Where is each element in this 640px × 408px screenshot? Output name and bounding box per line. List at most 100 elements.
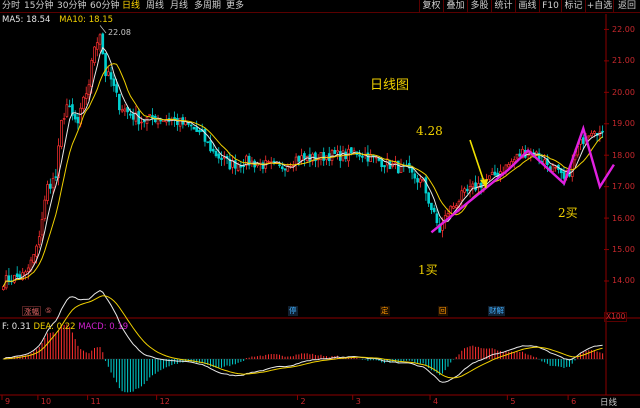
candle-body [242,165,245,168]
candle-body [82,96,85,110]
candle-body [211,148,215,152]
date-tick-label: 3 [355,397,361,406]
candle-body [51,177,55,189]
macd-dif-line [3,290,603,383]
event-tag-return[interactable]: 回 [438,306,448,316]
candle-body [490,171,494,175]
candle-body [300,155,303,161]
candle-body [333,149,337,155]
date-tick-label: 5 [510,397,516,406]
candle-body [297,155,301,162]
trend-zigzag-line [430,124,615,234]
candle-body [192,126,196,130]
ma-legend: MA5: 18.54 MA10: 18.15 [2,15,119,26]
candle-body [543,159,546,165]
candle-body [294,156,298,165]
price-tick-label: 18.00 [612,150,635,160]
candle-body [60,120,63,147]
date-tick-label: 12 [159,397,170,406]
macd-dea-readout: DEA: 0.22 [33,322,76,332]
high-price-label: 22.08 [108,28,131,37]
candle-body [551,165,555,172]
candle-body [454,205,458,209]
period-label: 日线 [600,398,618,408]
candle-body [463,188,466,193]
candle-body [104,52,107,77]
event-tag-fixed[interactable]: 定 [380,306,390,316]
buy-point-2-label: 2买 [558,206,578,220]
price-tick-label: 19.00 [612,119,635,129]
candle-body [424,177,428,194]
price-tick-label: 16.00 [612,213,635,223]
candle-body [435,213,439,224]
price-tick-label: 15.00 [612,245,635,255]
candle-body [46,184,49,201]
candle-body [394,162,397,164]
candle-body [581,137,585,144]
candle-body [220,157,223,160]
candle-body [319,152,323,160]
kline-chart[interactable] [0,0,640,408]
candle-body [493,171,497,176]
candle-body [35,245,38,257]
date-tick-label: 9 [5,397,11,406]
candle-body [65,104,69,117]
candle-body [419,178,422,183]
candle-body [590,132,593,137]
event-tag-marker[interactable]: ⑤ [44,306,53,316]
candle-body [413,173,417,179]
candle-body [350,147,353,154]
candle-body [214,150,218,157]
macd-dif-readout: F: 0.31 [2,322,31,332]
candle-body [32,253,36,263]
candle-body [198,129,201,133]
candle-body [452,206,455,209]
candle-body [120,109,124,112]
price-tick-label: 20.00 [612,87,635,97]
candle-body [98,34,102,45]
ma5-readout: MA5: 18.54 [2,15,51,25]
candle-body [37,236,41,246]
candle-body [562,171,566,179]
candle-body [236,163,240,171]
candle-body [209,140,212,152]
candle-body [267,161,270,163]
candle-body [372,154,375,157]
ma10-readout: MA10: 18.15 [59,15,114,25]
candle-body [73,114,77,120]
candle-body [446,213,450,217]
candle-body [84,93,88,99]
candle-body [142,120,146,123]
candle-body [361,155,364,158]
candle-body [512,159,516,163]
candle-body [140,121,143,124]
candle-body [54,176,58,178]
candle-body [601,130,604,133]
candle-body [474,182,477,191]
event-tag-rise[interactable]: 涨幅 [22,306,41,316]
date-tick-label: 10 [40,397,52,406]
candle-body [148,114,152,116]
candle-body [488,175,491,180]
volume-scale-label: X100 [604,312,628,322]
price-tick-label: 14.00 [612,276,635,286]
candle-body [554,167,557,169]
candle-body [587,135,591,138]
price-tick-label: 22.00 [612,24,635,34]
date-annotation: 4.28 [416,124,443,138]
event-tag-suspend[interactable]: 停 [288,306,298,316]
macd-value-readout: MACD: 0.19 [78,322,129,332]
candle-body [112,78,116,86]
candle-body [217,153,221,159]
candle-body [507,164,511,168]
candle-body [123,108,127,112]
candle-body [101,33,105,55]
date-tick-label: 4 [433,397,439,406]
candle-body [465,188,469,192]
candle-body [18,274,22,279]
ma10-line [2,63,603,287]
candle-body [278,164,281,167]
candle-body [195,127,199,132]
event-tag-finance[interactable]: 财解 [488,306,505,316]
candlesticks [2,32,604,291]
